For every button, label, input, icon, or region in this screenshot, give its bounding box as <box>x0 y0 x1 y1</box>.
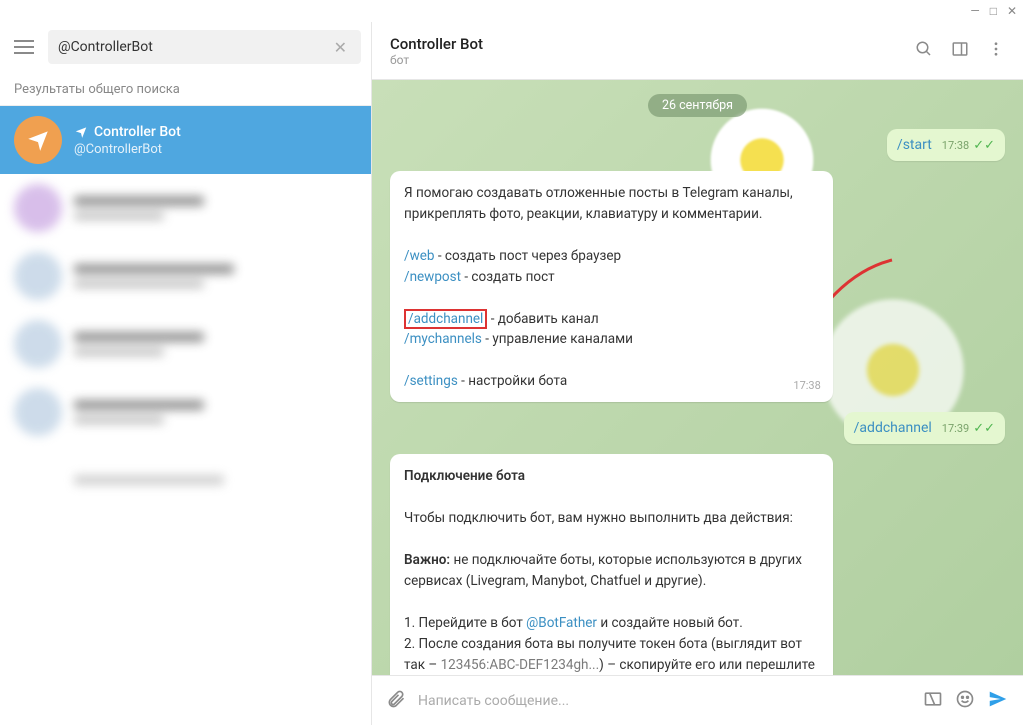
command-link[interactable]: /start <box>897 137 932 153</box>
clear-search-icon[interactable]: ✕ <box>330 38 351 57</box>
time: 17:38 <box>942 139 969 152</box>
blurred-results <box>0 174 371 514</box>
search-section-label: Результаты общего поиска <box>0 72 371 106</box>
command-link[interactable]: /mychannels <box>404 331 482 347</box>
message-text: Я помогаю создавать отложенные посты в T… <box>404 183 819 225</box>
more-icon[interactable] <box>987 40 1005 62</box>
message-out: /addchannel 17:39 ✓✓ <box>390 412 1005 444</box>
result-title: Controller Bot <box>94 124 181 140</box>
time: 17:38 <box>793 377 820 394</box>
maximize-button[interactable]: □ <box>990 4 997 18</box>
time: 17:39 <box>942 422 969 435</box>
search-icon[interactable] <box>915 40 933 62</box>
message-input[interactable] <box>418 693 911 709</box>
sidepanel-icon[interactable] <box>951 40 969 62</box>
chat-subtitle: бот <box>390 53 483 67</box>
command-link[interactable]: /web <box>404 248 434 264</box>
message-text: Чтобы подключить бот, вам нужно выполнит… <box>404 508 819 529</box>
command-link[interactable]: /settings <box>404 373 458 389</box>
highlighted-command[interactable]: /addchannel <box>404 309 487 329</box>
attach-icon[interactable] <box>386 689 406 713</box>
chat-title: Controller Bot <box>390 35 483 53</box>
search-result-controller-bot[interactable]: Controller Bot @ControllerBot <box>0 106 371 174</box>
date-badge: 26 сентября <box>648 94 747 117</box>
message-composer <box>372 675 1023 725</box>
message-out: /start 17:38 ✓✓ <box>390 129 1005 161</box>
chat-panel: Controller Bot бот 26 сентября <box>372 22 1023 725</box>
avatar <box>14 116 62 164</box>
sidebar: ✕ Результаты общего поиска Controller Bo… <box>0 22 372 725</box>
send-button[interactable] <box>987 688 1009 714</box>
command-link[interactable]: /newpost <box>404 269 461 285</box>
window-titlebar: — □ ✕ <box>0 0 1023 22</box>
menu-button[interactable] <box>10 33 38 61</box>
chat-body: 26 сентября /start 17:38 ✓✓ Я помогаю соз… <box>372 80 1023 675</box>
botfather-link[interactable]: @BotFather <box>526 615 597 631</box>
search-input[interactable] <box>58 39 330 55</box>
message-heading: Подключение бота <box>404 466 819 487</box>
close-button[interactable]: ✕ <box>1007 4 1017 18</box>
result-handle: @ControllerBot <box>74 142 181 157</box>
minimize-button[interactable]: — <box>970 4 979 18</box>
bot-keyboard-icon[interactable] <box>923 689 943 713</box>
read-ticks-icon: ✓✓ <box>973 138 995 153</box>
megaphone-icon <box>74 125 88 139</box>
message-in: Я помогаю создавать отложенные посты в T… <box>390 171 1005 402</box>
read-ticks-icon: ✓✓ <box>973 421 995 436</box>
search-box[interactable]: ✕ <box>48 30 361 64</box>
chat-header: Controller Bot бот <box>372 22 1023 80</box>
emoji-icon[interactable] <box>955 689 975 713</box>
command-link[interactable]: /addchannel <box>854 420 932 436</box>
message-in: Подключение бота Чтобы подключить бот, в… <box>390 454 1005 675</box>
token-sample: 123456:ABC-DEF1234gh... <box>441 657 600 673</box>
